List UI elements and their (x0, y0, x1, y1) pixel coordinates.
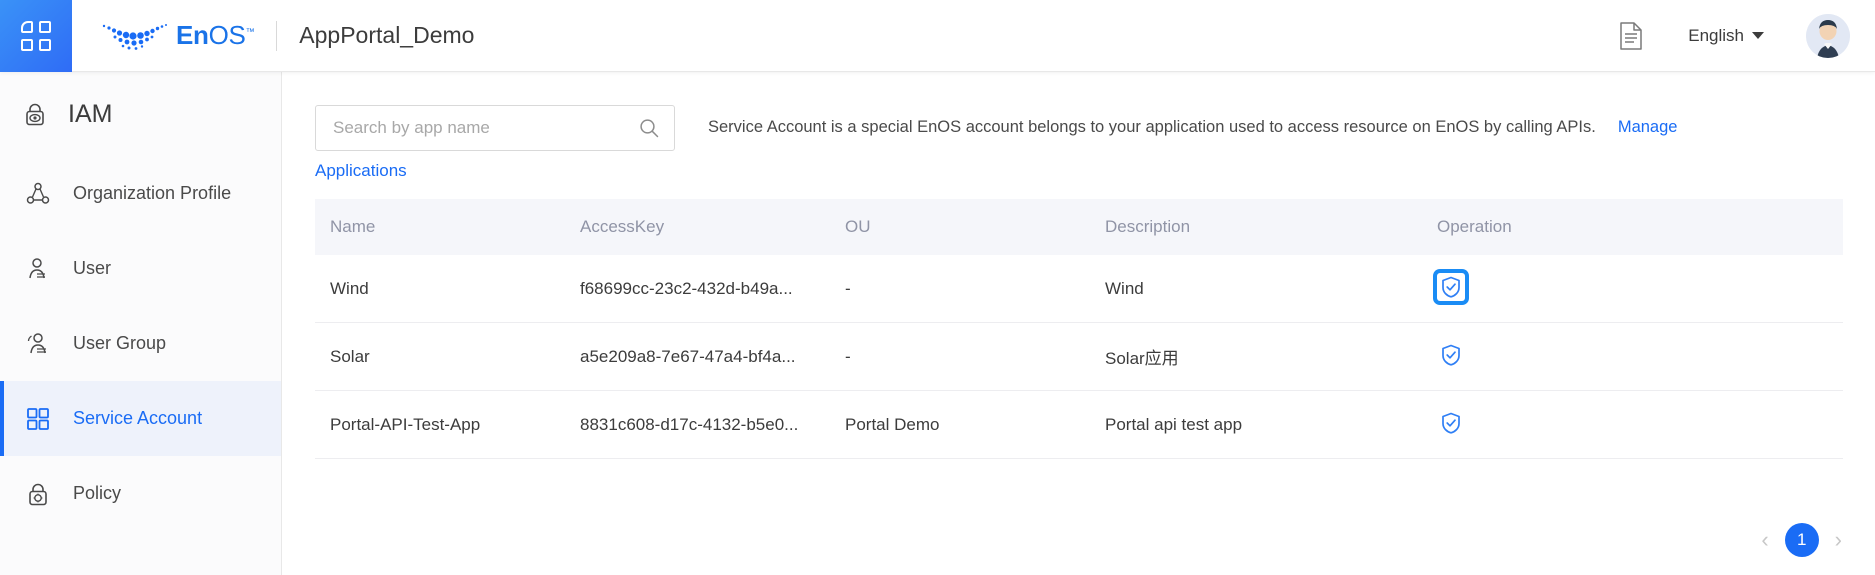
top-header: EnOS™ AppPortal_Demo English (0, 0, 1875, 72)
column-header-ou: OU (845, 217, 1105, 237)
language-label: English (1688, 26, 1744, 46)
search-icon[interactable] (638, 117, 660, 139)
main-content: Service Account is a special EnOS accoun… (283, 72, 1875, 575)
user-icon (25, 256, 51, 282)
sidebar-item-user[interactable]: User (0, 231, 281, 306)
sidebar-item-service-account[interactable]: Service Account (0, 381, 281, 456)
table-header-row: Name AccessKey OU Description Operation (315, 199, 1843, 255)
cell-description: Wind (1105, 279, 1435, 299)
logo-os-text: OS (209, 20, 246, 50)
document-icon (1617, 20, 1645, 52)
manage-link[interactable]: Manage (1618, 118, 1678, 136)
sidebar: IAM Organization Profile (0, 72, 282, 575)
user-group-icon (25, 331, 51, 357)
header-actions: English (1614, 14, 1875, 58)
sidebar-item-label: User (73, 258, 111, 279)
application-window: EnOS™ AppPortal_Demo English (0, 0, 1875, 575)
document-button[interactable] (1614, 19, 1648, 53)
table-row[interactable]: Wind f68699cc-23c2-432d-b49a... - Wind (315, 255, 1843, 323)
sidebar-item-organization-profile[interactable]: Organization Profile (0, 156, 281, 231)
cell-description: Portal api test app (1105, 415, 1435, 435)
pagination-next[interactable]: › (1835, 529, 1842, 551)
pagination-page-1[interactable]: 1 (1785, 523, 1819, 557)
enos-wordmark: EnOS™ (176, 20, 254, 51)
lock-gear-icon (25, 481, 51, 507)
app-grid-icon (25, 406, 51, 432)
cell-ou: - (845, 279, 1105, 299)
cell-accesskey: a5e209a8-7e67-47a4-bf4a... (580, 347, 845, 367)
logo-en-text: En (176, 20, 209, 50)
pagination-prev[interactable]: ‹ (1761, 529, 1768, 551)
logo-tm-mark: ™ (246, 26, 255, 36)
page-title: AppPortal_Demo (299, 22, 474, 49)
sidebar-item-policy[interactable]: Policy (0, 456, 281, 531)
shield-check-icon[interactable] (1437, 409, 1465, 437)
sidebar-item-label: Organization Profile (73, 183, 231, 204)
avatar[interactable] (1806, 14, 1850, 58)
banner-text: Service Account is a special EnOS accoun… (708, 118, 1596, 136)
cell-ou: Portal Demo (845, 415, 1105, 435)
sidebar-item-label: Policy (73, 483, 121, 504)
cell-description: Solar应用 (1105, 344, 1435, 369)
table-row[interactable]: Portal-API-Test-App 8831c608-d17c-4132-b… (315, 391, 1843, 459)
lock-eye-icon (22, 101, 48, 127)
column-header-accesskey: AccessKey (580, 217, 845, 237)
sidebar-item-user-group[interactable]: User Group (0, 306, 281, 381)
shield-check-icon[interactable] (1437, 341, 1465, 369)
column-header-description: Description (1105, 217, 1435, 237)
sidebar-title-row: IAM (0, 72, 281, 156)
cell-accesskey: 8831c608-d17c-4132-b5e0... (580, 415, 845, 435)
sidebar-item-label: User Group (73, 333, 166, 354)
enos-logo[interactable]: EnOS™ (101, 19, 254, 53)
search-box[interactable] (315, 105, 675, 151)
cell-name: Wind (315, 279, 580, 299)
column-header-operation: Operation (1435, 217, 1843, 237)
cell-name: Solar (315, 347, 580, 367)
cell-operation (1435, 273, 1843, 304)
header-divider (276, 21, 277, 51)
service-account-banner: Service Account is a special EnOS accoun… (708, 105, 1677, 137)
user-avatar-icon (1806, 14, 1850, 58)
table-row[interactable]: Solar a5e209a8-7e67-47a4-bf4a... - Solar… (315, 323, 1843, 391)
cell-ou: - (845, 347, 1105, 367)
cell-name: Portal-API-Test-App (315, 415, 580, 435)
enos-logo-arc-icon (101, 19, 169, 53)
cell-operation (1435, 341, 1843, 372)
app-grid-icon (21, 21, 51, 51)
cell-operation (1435, 409, 1843, 440)
sidebar-item-label: Service Account (73, 408, 202, 429)
applications-link[interactable]: Applications (315, 161, 407, 181)
chevron-down-icon (1752, 32, 1764, 39)
toolbar: Service Account is a special EnOS accoun… (283, 72, 1875, 151)
pagination: ‹ 1 › (1761, 523, 1842, 557)
org-node-icon (25, 181, 51, 207)
shield-check-icon[interactable] (1437, 273, 1465, 301)
column-header-name: Name (315, 217, 580, 237)
app-grid-button[interactable] (0, 0, 72, 72)
language-selector[interactable]: English (1688, 26, 1764, 46)
cell-accesskey: f68699cc-23c2-432d-b49a... (580, 279, 845, 299)
sidebar-title: IAM (68, 100, 112, 129)
search-input[interactable] (333, 118, 638, 138)
service-account-table: Name AccessKey OU Description Operation … (315, 199, 1843, 459)
